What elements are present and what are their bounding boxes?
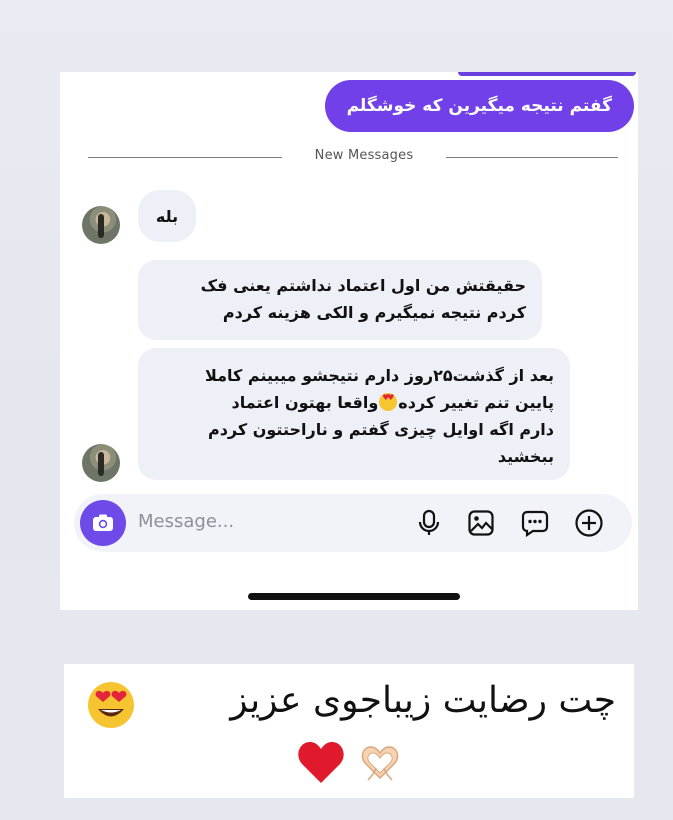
- home-indicator: [248, 593, 460, 600]
- received-message-line: کردم نتیجه نمیگیرم و الکی هزینه کردم: [222, 303, 526, 322]
- caption-emoji-row: [296, 734, 404, 790]
- red-heart-icon: [298, 741, 344, 783]
- gallery-button[interactable]: [466, 508, 496, 538]
- previous-message-edge: [458, 72, 636, 76]
- received-message-line: حقیقتش من اول اعتماد نداشتم یعنی فک: [200, 276, 526, 295]
- received-message-text: بله: [155, 206, 179, 226]
- received-message-line: ببخشید: [497, 447, 554, 466]
- received-message-line: دارم اگه اوایل چیزی گفتم و ناراحتتون کرد…: [207, 420, 554, 439]
- divider-line-right: [446, 157, 618, 158]
- sender-avatar[interactable]: [82, 444, 120, 482]
- sent-message-bubble[interactable]: گفتم نتیجه میگیرین که خوشگلم: [324, 80, 634, 132]
- sent-message-text: گفتم نتیجه میگیرین که خوشگلم: [346, 96, 612, 116]
- caption-title: چت رضایت زیباجوی عزیز: [230, 680, 616, 721]
- chat-screenshot: گفتم نتیجه میگیرین که خوشگلم New Message…: [60, 72, 638, 610]
- received-message-line: بعد از گذشت۲۵روز دارم نتیجشو میبینم کامل…: [204, 366, 554, 385]
- message-composer[interactable]: Message...: [74, 494, 632, 552]
- divider-line-left: [88, 157, 282, 158]
- received-message-line: پایین تنم تغییر کرده واقعا بهتون اعتماد: [154, 389, 554, 416]
- image-icon: [468, 510, 494, 536]
- new-messages-divider: New Messages: [88, 148, 618, 166]
- microphone-button[interactable]: [414, 508, 444, 538]
- camera-icon: [93, 514, 113, 531]
- received-message-bubble[interactable]: بعد از گذشت۲۵روز دارم نتیجشو میبینم کامل…: [138, 348, 570, 480]
- add-circle-icon: [575, 509, 603, 537]
- sticker-button[interactable]: [520, 508, 550, 538]
- heart-hands-icon: [361, 746, 399, 781]
- message-fragment: واقعا بهتون اعتماد: [231, 393, 379, 412]
- caption-panel: چت رضایت زیباجوی عزیز: [64, 664, 634, 798]
- heart-eyes-emoji-icon: [379, 393, 398, 411]
- sender-avatar[interactable]: [82, 206, 120, 244]
- sticker-chat-icon: [521, 510, 549, 537]
- new-messages-label: New Messages: [314, 148, 414, 163]
- message-fragment: پایین تنم تغییر کرده: [398, 393, 554, 412]
- microphone-icon: [418, 509, 440, 535]
- received-message-bubble[interactable]: بله: [138, 190, 196, 242]
- heart-eyes-emoji-icon: [88, 682, 134, 728]
- add-button[interactable]: [574, 508, 604, 538]
- received-message-bubble[interactable]: حقیقتش من اول اعتماد نداشتم یعنی فک کردم…: [138, 260, 542, 340]
- camera-button[interactable]: [80, 500, 126, 546]
- message-input[interactable]: Message...: [138, 511, 234, 532]
